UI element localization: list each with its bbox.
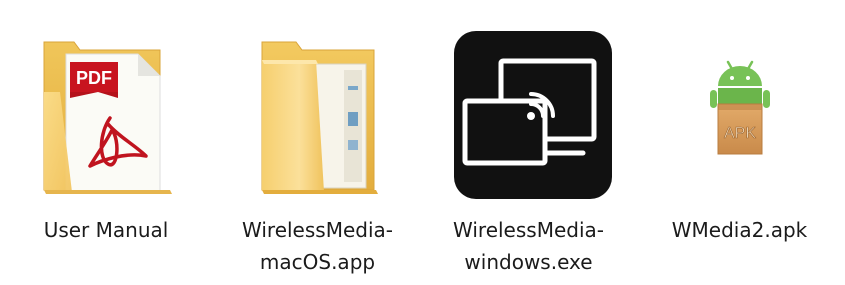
- file-name-label: WMedia2.apk: [671, 218, 808, 242]
- svg-text:APK: APK: [724, 125, 756, 142]
- file-name-label: WirelessMedia- macOS.app: [242, 218, 393, 274]
- file-name-label: WirelessMedia- windows.exe: [453, 218, 604, 274]
- file-item-wirelessmedia-windows[interactable]: WirelessMedia- windows.exe: [423, 0, 634, 285]
- folder-icon: [261, 41, 378, 194]
- file-item-user-manual[interactable]: PDF User Manual: [0, 0, 212, 285]
- svg-text:PDF: PDF: [76, 68, 112, 88]
- file-item-wmedia2-apk[interactable]: APK WMedia2.apk: [634, 0, 845, 285]
- android-apk-icon: APK: [710, 60, 770, 155]
- file-name-label: User Manual: [43, 218, 169, 242]
- pdf-folder-icon: PDF: [43, 41, 172, 194]
- file-grid: PDF User Manual WirelessMedia- macOS.app…: [0, 0, 845, 285]
- file-item-wirelessmedia-macos[interactable]: WirelessMedia- macOS.app: [212, 0, 423, 285]
- screen-cast-app-icon: [454, 31, 612, 199]
